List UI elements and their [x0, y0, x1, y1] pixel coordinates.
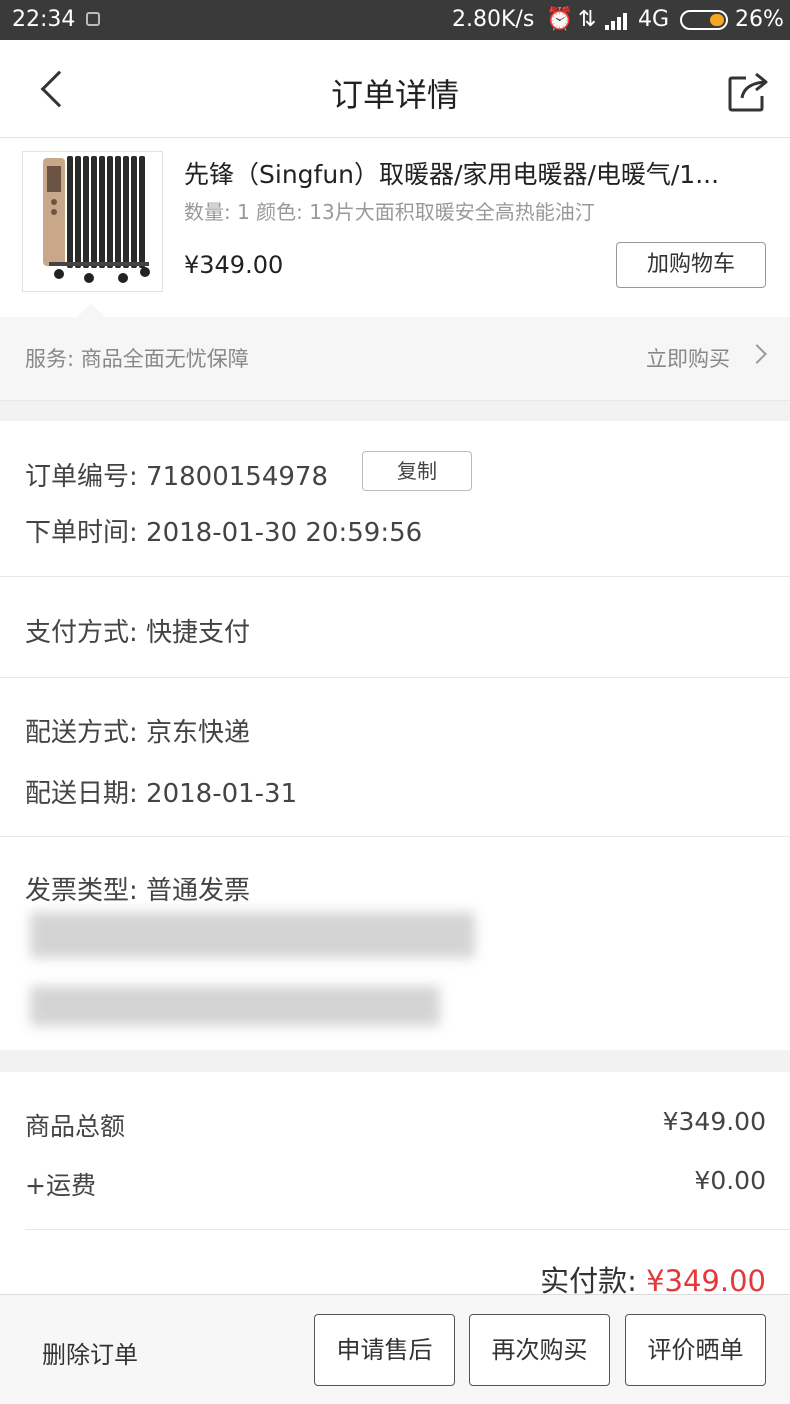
goods-total-label: 商品总额	[25, 1112, 126, 1141]
delete-order-button[interactable]: 删除订单	[42, 1335, 138, 1370]
alarm-icon: ⏰	[546, 7, 574, 32]
product-price: ¥349.00	[184, 251, 284, 279]
copy-button[interactable]: 复制	[362, 451, 472, 491]
delivery-method: 配送方式: 京东快递	[25, 718, 251, 748]
share-button[interactable]	[726, 70, 770, 114]
product-name[interactable]: 先锋（Singfun）取暖器/家用电暖器/电暖气/1...	[184, 155, 774, 191]
product-image[interactable]	[22, 151, 163, 292]
service-row: 服务: 商品全面无忧保障 立即购买	[0, 303, 790, 401]
section-gap	[0, 1050, 790, 1072]
payment-method: 支付方式: 快捷支付	[25, 618, 251, 648]
redacted-invoice-info	[30, 912, 475, 958]
order-number: 订单编号: 71800154978	[25, 462, 328, 492]
divider	[0, 576, 790, 577]
shipping-label: +运费	[25, 1171, 96, 1200]
share-icon	[728, 72, 768, 112]
buy-now-label: 立即购买	[646, 347, 730, 371]
notification-icon	[86, 12, 100, 26]
data-transfer-icon: ⇅	[578, 7, 597, 32]
chevron-right-icon	[747, 344, 767, 364]
status-time: 22:34	[12, 7, 76, 32]
goods-total-value: ¥349.00	[662, 1107, 766, 1136]
status-network: 4G	[638, 7, 670, 32]
invoice-type: 发票类型: 普通发票	[25, 876, 251, 906]
product-spec: 数量: 1 颜色: 13片大面积取暖安全高热能油汀	[184, 200, 595, 224]
status-net-speed: 2.80K/s	[452, 7, 535, 32]
review-button[interactable]: 评价晒单	[625, 1314, 766, 1386]
section-gap	[0, 401, 790, 421]
divider	[25, 1229, 790, 1230]
buy-now-link[interactable]: 立即购买	[646, 343, 767, 373]
after-sale-button[interactable]: 申请售后	[314, 1314, 455, 1386]
page-title: 订单详情	[330, 76, 459, 114]
status-battery-percent: 26%	[735, 7, 784, 32]
add-to-cart-button[interactable]: 加购物车	[616, 242, 766, 288]
status-bar: 22:34 2.80K/s ⏰ ⇅ 4G 26%	[0, 0, 790, 40]
bottom-action-bar: 删除订单 申请售后 再次购买 评价晒单	[0, 1294, 790, 1404]
product-card[interactable]: 先锋（Singfun）取暖器/家用电暖器/电暖气/1... 数量: 1 颜色: …	[0, 139, 790, 317]
divider	[0, 677, 790, 678]
redacted-invoice-info	[30, 986, 440, 1026]
delivery-date: 配送日期: 2018-01-31	[25, 779, 298, 809]
buy-again-button[interactable]: 再次购买	[469, 1314, 610, 1386]
paid-label: 实付款:	[540, 1264, 647, 1298]
divider	[0, 836, 790, 837]
signal-icon	[605, 10, 633, 30]
battery-icon	[680, 10, 728, 30]
paid-value: ¥349.00	[646, 1264, 766, 1298]
order-time: 下单时间: 2018-01-30 20:59:56	[25, 518, 423, 548]
service-label: 服务: 商品全面无忧保障	[25, 347, 249, 371]
shipping-value: ¥0.00	[694, 1166, 766, 1195]
nav-bar: 订单详情	[0, 40, 790, 138]
